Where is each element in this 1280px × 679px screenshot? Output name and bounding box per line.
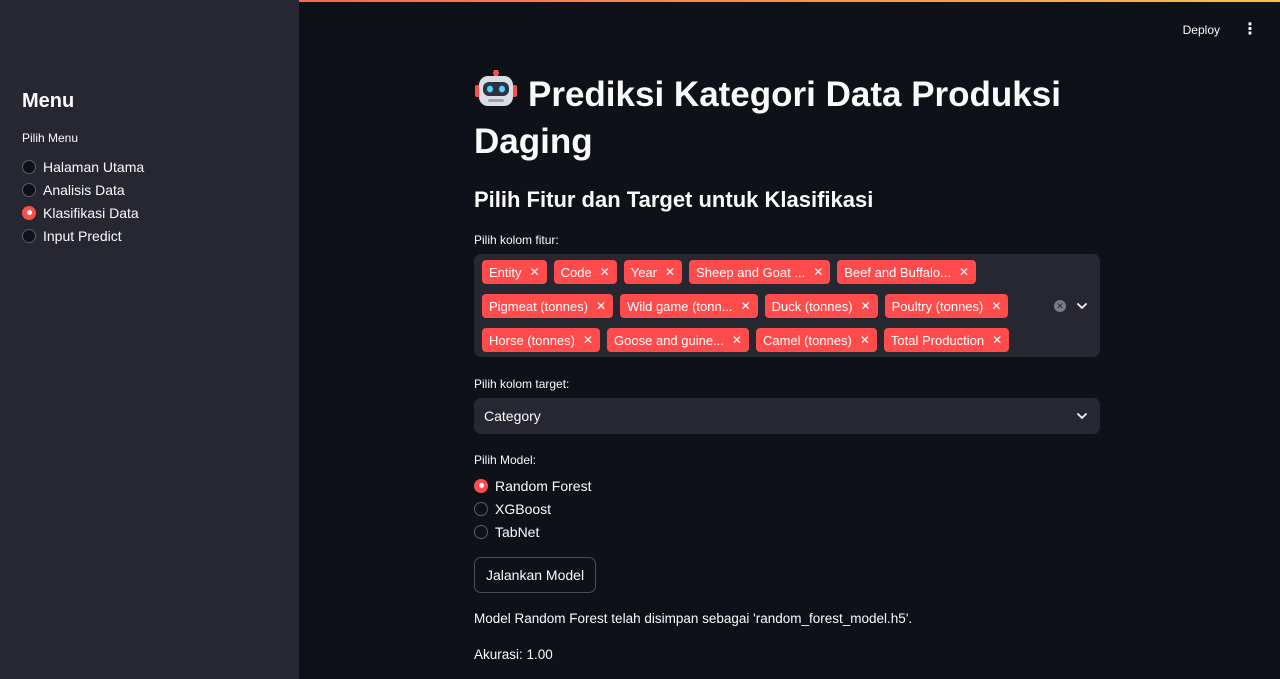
model-option-tabnet[interactable]: TabNet [474,520,1100,543]
chip-label: Goose and guine... [614,332,724,348]
section-subtitle: Pilih Fitur dan Target untuk Klasifikasi [474,187,874,212]
header-actions: Deploy ⋮ [1183,22,1258,38]
chevron-down-icon [1077,413,1087,419]
menu-radio-label: Pilih Menu [22,131,79,145]
remove-chip-icon[interactable]: ✕ [959,265,969,279]
feature-chip: Code ✕ [553,260,617,284]
menu-option-label: Halaman Utama [43,158,145,175]
feature-chip: Pigmeat (tonnes) ✕ [482,294,614,318]
page-title-text: Prediksi Kategori Data Produksi Daging [474,75,1061,161]
menu-option-halaman-utama[interactable]: Halaman Utama [22,155,277,178]
chip-label: Pigmeat (tonnes) [489,298,588,314]
remove-chip-icon[interactable]: ✕ [860,333,870,347]
multiselect-controls: ✕ [1054,254,1088,357]
feature-chip: Entity ✕ [482,260,547,284]
chip-label: Beef and Buffalo... [844,264,951,280]
robot-icon [475,70,517,106]
chip-label: Year [630,264,657,280]
remove-chip-icon[interactable]: ✕ [861,299,871,313]
menu-option-label: Input Predict [43,227,122,244]
chip-label: Horse (tonnes) [489,332,575,348]
feature-chip: Camel (tonnes) ✕ [755,328,877,352]
radio-unchecked-icon [474,501,488,516]
menu-radio-group: Halaman Utama Analisis Data Klasifikasi … [22,155,277,247]
remove-chip-icon[interactable]: ✕ [992,333,1002,347]
chevron-down-icon[interactable] [1076,300,1088,312]
chip-label: Camel (tonnes) [762,332,852,348]
deploy-button[interactable]: Deploy [1183,23,1220,37]
chip-label: Poultry (tonnes) [891,298,984,314]
feature-chip: Year ✕ [623,260,683,284]
remove-chip-icon[interactable]: ✕ [596,299,606,313]
radio-unchecked-icon [474,524,488,539]
target-select[interactable]: Category [474,398,1100,434]
target-label: Pilih kolom target: [474,377,570,391]
remove-chip-icon[interactable]: ✕ [813,265,823,279]
remove-chip-icon[interactable]: ✕ [991,299,1001,313]
model-option-label: TabNet [495,523,540,540]
radio-unchecked-icon [22,228,36,243]
model-radio-group: Random Forest XGBoost TabNet [474,474,1100,543]
menu-option-label: Klasifikasi Data [43,204,139,221]
chip-label: Code [560,264,592,280]
feature-chip: Wild game (tonn... ✕ [620,294,758,318]
model-option-label: XGBoost [495,500,552,517]
menu-option-input-predict[interactable]: Input Predict [22,224,277,247]
model-label: Pilih Model: [474,453,537,467]
main-content: Prediksi Kategori Data Produksi Daging P… [474,70,1100,662]
menu-option-klasifikasi-data[interactable]: Klasifikasi Data [22,201,277,224]
page-title: Prediksi Kategori Data Produksi Daging [474,70,1100,165]
sidebar: Menu Pilih Menu Halaman Utama Analisis D… [0,0,299,679]
feature-chip: Sheep and Goat ... ✕ [689,260,831,284]
model-option-random-forest[interactable]: Random Forest [474,474,1100,497]
features-label: Pilih kolom fitur: [474,233,559,247]
feature-chip: Poultry (tonnes) ✕ [884,294,1009,318]
model-option-xgboost[interactable]: XGBoost [474,497,1100,520]
radio-checked-icon [474,478,488,493]
saved-model-message: Model Random Forest telah disimpan sebag… [474,611,913,626]
feature-chip: Duck (tonnes) ✕ [764,294,878,318]
sidebar-title: Menu [22,90,75,112]
target-select-value: Category [484,408,541,424]
radio-unchecked-icon [22,182,36,197]
feature-chip: Goose and guine... ✕ [607,328,749,352]
chip-label: Wild game (tonn... [627,298,733,314]
chip-label: Total Production [890,332,985,348]
feature-chip: Beef and Buffalo... ✕ [837,260,977,284]
chip-label: Sheep and Goat ... [696,264,806,280]
menu-option-analisis-data[interactable]: Analisis Data [22,178,277,201]
run-model-button[interactable]: Jalankan Model [474,557,597,593]
accuracy-text: Akurasi: 1.00 [474,647,553,662]
remove-chip-icon[interactable]: ✕ [600,265,610,279]
feature-chip: Total Production ✕ [883,328,1010,352]
chip-label: Entity [489,264,522,280]
remove-chip-icon[interactable]: ✕ [665,265,675,279]
radio-checked-icon [22,205,36,220]
clear-all-icon[interactable]: ✕ [1054,299,1066,312]
radio-unchecked-icon [22,159,36,174]
model-option-label: Random Forest [495,477,592,494]
menu-option-label: Analisis Data [43,181,125,198]
remove-chip-icon[interactable]: ✕ [583,333,593,347]
kebab-menu-icon[interactable]: ⋮ [1242,22,1258,38]
feature-chip: Horse (tonnes) ✕ [482,328,601,352]
features-multiselect[interactable]: Entity ✕ Code ✕ Year ✕ Sheep and Goat ... ✕ … [474,254,1100,357]
remove-chip-icon[interactable]: ✕ [530,265,540,279]
remove-chip-icon[interactable]: ✕ [741,299,751,313]
remove-chip-icon[interactable]: ✕ [732,333,742,347]
chip-label: Duck (tonnes) [771,298,853,314]
